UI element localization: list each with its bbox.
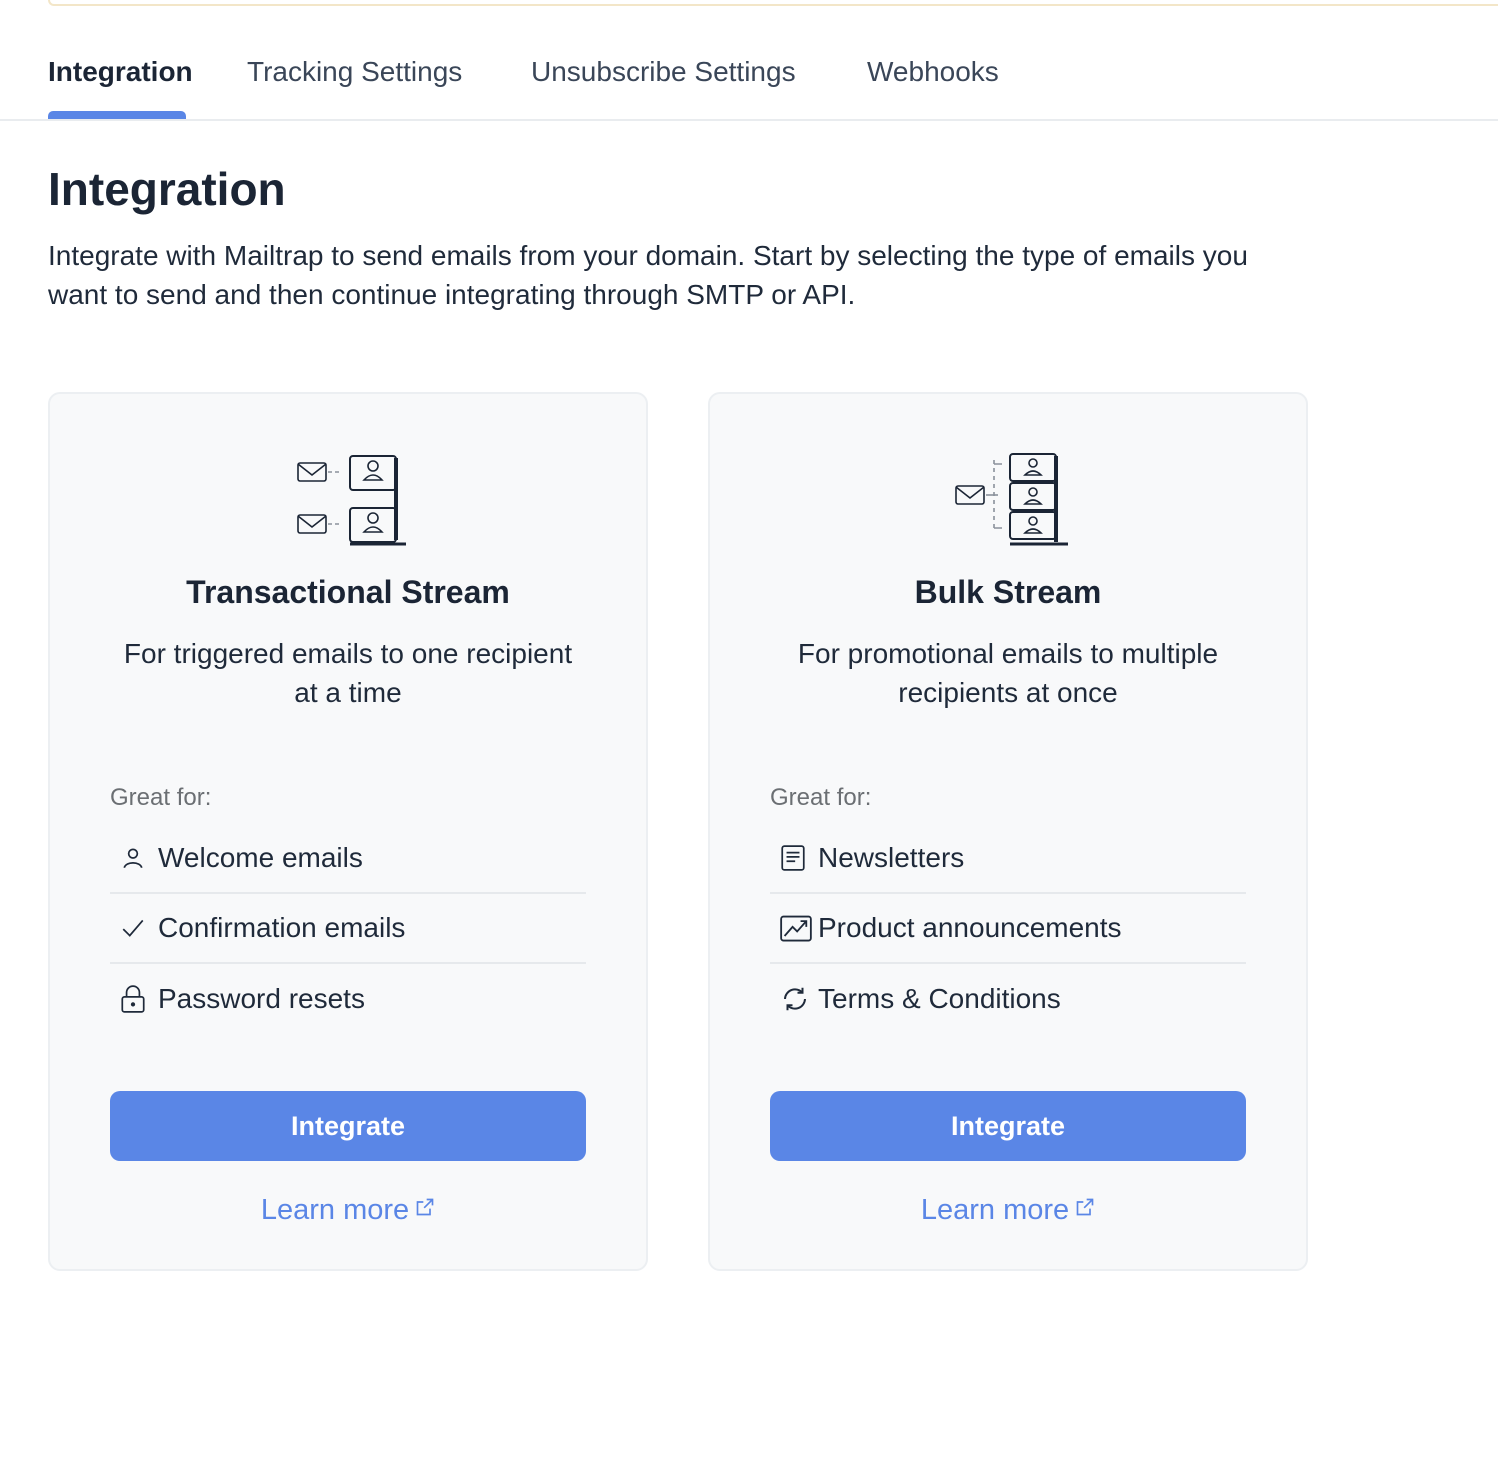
user-icon xyxy=(110,838,158,878)
page-description: Integrate with Mailtrap to send emails f… xyxy=(48,240,1248,310)
learn-more-label: Learn more xyxy=(920,1194,1070,1226)
feature-label: Welcome emails xyxy=(158,842,363,873)
card-description: For triggered emails to one recipient at… xyxy=(123,638,573,708)
page-title: Integration xyxy=(48,163,286,215)
tab-integration[interactable]: Integration xyxy=(48,56,193,88)
feature-label: Terms & Conditions xyxy=(818,983,1061,1014)
list-item: Welcome emails xyxy=(110,824,586,894)
chart-up-icon xyxy=(770,908,818,948)
tab-unsubscribe-settings[interactable]: Unsubscribe Settings xyxy=(531,56,796,88)
list-item: Confirmation emails xyxy=(110,894,586,964)
list-item: Product announcements xyxy=(770,894,1246,964)
transactional-stream-icon xyxy=(290,450,410,550)
card-description: For promotional emails to multiple recip… xyxy=(797,638,1219,708)
integrate-button[interactable]: Integrate xyxy=(770,1091,1246,1161)
lock-icon xyxy=(110,979,158,1019)
integrate-button[interactable]: Integrate xyxy=(110,1091,586,1161)
tab-bar: Integration Tracking Settings Unsubscrib… xyxy=(0,0,1498,121)
feature-label: Password resets xyxy=(158,983,365,1014)
list-item: Terms & Conditions xyxy=(770,964,1246,1034)
great-for-label: Great for: xyxy=(110,784,212,811)
feature-label: Product announcements xyxy=(818,912,1122,943)
active-tab-indicator xyxy=(48,111,186,119)
feature-label: Confirmation emails xyxy=(158,912,406,943)
learn-more-link[interactable]: Learn more xyxy=(50,1194,646,1227)
check-icon xyxy=(110,908,158,948)
newsletter-icon xyxy=(770,838,818,878)
refresh-icon xyxy=(770,979,818,1019)
transactional-stream-card: Transactional Stream For triggered email… xyxy=(48,392,648,1271)
feature-list: Newsletters Product announcements Terms … xyxy=(770,824,1246,1034)
card-title: Transactional Stream xyxy=(186,574,510,610)
list-item: Newsletters xyxy=(770,824,1246,894)
feature-label: Newsletters xyxy=(818,842,965,873)
list-item: Password resets xyxy=(110,964,586,1034)
external-link-icon xyxy=(1076,1198,1094,1216)
feature-list: Welcome emails Confirmation emails Passw… xyxy=(110,824,586,1034)
learn-more-link[interactable]: Learn more xyxy=(710,1194,1306,1227)
tab-webhooks[interactable]: Webhooks xyxy=(867,56,999,88)
bulk-stream-icon xyxy=(950,450,1070,550)
card-title: Bulk Stream xyxy=(914,574,1102,610)
bulk-stream-card: Bulk Stream For promotional emails to mu… xyxy=(708,392,1308,1271)
tab-tracking-settings[interactable]: Tracking Settings xyxy=(247,56,462,88)
learn-more-label: Learn more xyxy=(260,1194,410,1226)
great-for-label: Great for: xyxy=(770,784,872,811)
external-link-icon xyxy=(416,1198,434,1216)
